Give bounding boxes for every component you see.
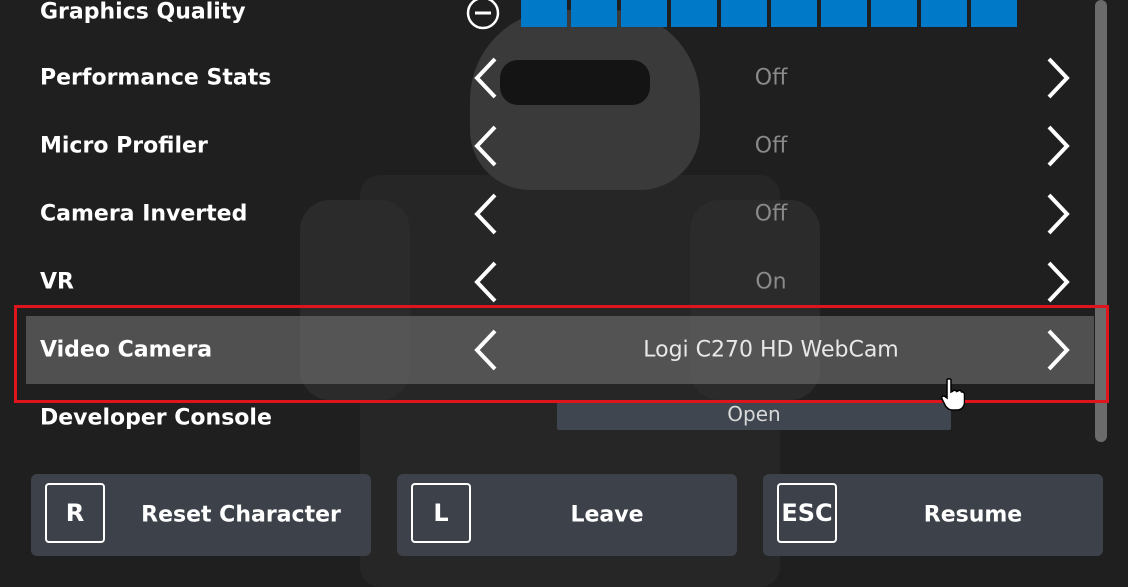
- quality-segment[interactable]: [971, 0, 1017, 27]
- chevron-right-icon[interactable]: [1041, 259, 1075, 305]
- setting-row-performance-stats: Performance Stats Off: [26, 44, 1094, 112]
- setting-label: Micro Profiler: [40, 133, 208, 159]
- quality-segment[interactable]: [821, 0, 867, 27]
- chevron-left-icon[interactable]: [469, 123, 503, 169]
- hand-cursor-icon: [941, 378, 966, 412]
- action-label: Reset Character: [141, 502, 341, 528]
- setting-row-micro-profiler: Micro Profiler Off: [26, 112, 1094, 180]
- chevron-right-icon[interactable]: [1041, 123, 1075, 169]
- setting-row-camera-inverted: Camera Inverted Off: [26, 180, 1094, 248]
- settings-panel: Graphics Quality Performance Stats Off M…: [0, 0, 1128, 587]
- reset-character-button[interactable]: R Reset Character: [31, 474, 371, 556]
- quality-segment[interactable]: [871, 0, 917, 27]
- resume-button[interactable]: ESC Resume: [763, 474, 1103, 556]
- quality-segment[interactable]: [771, 0, 817, 27]
- setting-label: VR: [40, 269, 74, 295]
- setting-label: Camera Inverted: [40, 201, 248, 227]
- leave-button[interactable]: L Leave: [397, 474, 737, 556]
- setting-label: Graphics Quality: [40, 0, 246, 25]
- keybind-badge: ESC: [777, 483, 837, 543]
- graphics-quality-slider[interactable]: [521, 0, 1017, 27]
- chevron-right-icon[interactable]: [1041, 191, 1075, 237]
- keybind-badge: R: [45, 483, 105, 543]
- setting-value: On: [755, 269, 787, 295]
- chevron-right-icon[interactable]: [1041, 55, 1075, 101]
- setting-row-graphics-quality: Graphics Quality: [26, 0, 1094, 46]
- setting-value: Off: [754, 201, 788, 227]
- chevron-left-icon[interactable]: [469, 259, 503, 305]
- quality-segment[interactable]: [721, 0, 767, 27]
- quality-segment[interactable]: [621, 0, 667, 27]
- chevron-left-icon[interactable]: [469, 55, 503, 101]
- quality-segment[interactable]: [571, 0, 617, 27]
- setting-label: Developer Console: [40, 405, 272, 431]
- minus-circle-icon[interactable]: [465, 0, 501, 31]
- setting-label: Performance Stats: [40, 65, 272, 91]
- open-console-button[interactable]: Open: [557, 400, 951, 430]
- chevron-left-icon[interactable]: [469, 191, 503, 237]
- action-label: Resume: [923, 502, 1023, 528]
- keybind-badge: L: [411, 483, 471, 543]
- setting-value: Off: [754, 133, 788, 159]
- quality-segment[interactable]: [521, 0, 567, 27]
- quality-segment[interactable]: [671, 0, 717, 27]
- quality-segment[interactable]: [921, 0, 967, 27]
- action-label: Leave: [570, 502, 644, 528]
- setting-value: Off: [754, 65, 788, 91]
